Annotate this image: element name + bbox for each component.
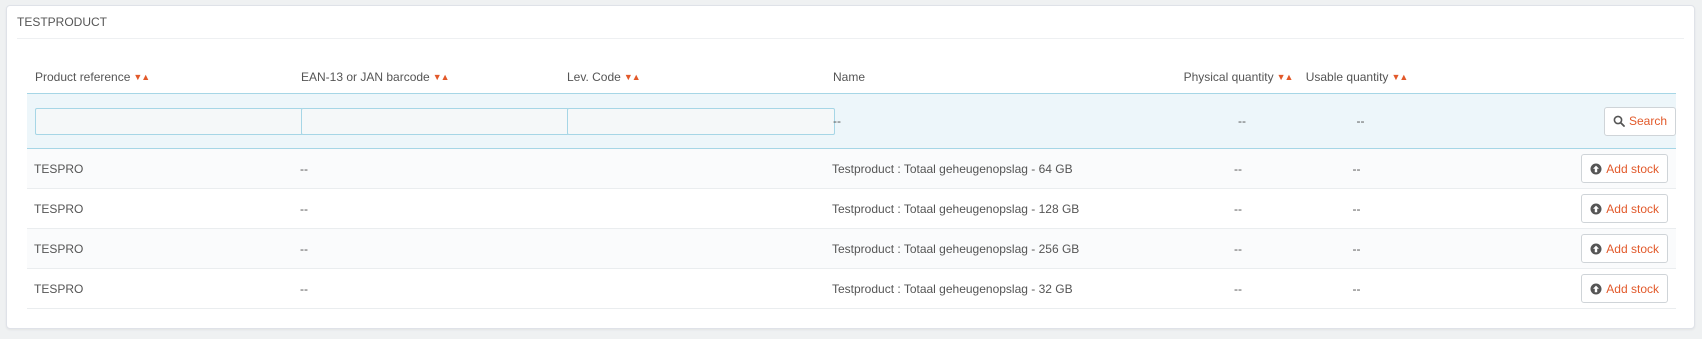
filter-reference-input[interactable]: [35, 107, 303, 135]
table-row: TESPRO -- Testproduct : Totaal geheugeno…: [27, 268, 1676, 309]
filter-cell-reference: [27, 93, 303, 149]
cell-physical-quantity: --: [1178, 228, 1298, 269]
cell-usable-quantity: --: [1298, 148, 1415, 189]
arrow-circle-up-icon: [1590, 163, 1602, 174]
table-row: TESPRO -- Testproduct : Totaal geheugeno…: [27, 148, 1676, 189]
filter-cell-barcode: [293, 93, 569, 149]
filter-action-cell: Search: [1415, 93, 1676, 149]
panel-title: TESTPRODUCT: [17, 6, 1684, 39]
cell-reference: TESPRO: [27, 148, 293, 189]
column-header-physical-quantity[interactable]: Physical quantity ▼▲: [1178, 61, 1298, 94]
column-header-reference[interactable]: Product reference ▼▲: [27, 61, 293, 94]
cell-reference: TESPRO: [27, 188, 293, 229]
cell-usable-quantity: --: [1298, 228, 1415, 269]
cell-usable-quantity: --: [1298, 268, 1415, 309]
filter-usable-placeholder: --: [1298, 93, 1415, 149]
cell-physical-quantity: --: [1178, 148, 1298, 189]
cell-usable-quantity: --: [1298, 188, 1415, 229]
filter-name-placeholder: --: [825, 93, 1178, 149]
column-label: Product reference: [35, 70, 131, 84]
sort-arrows-icon[interactable]: ▼▲: [133, 72, 150, 82]
arrow-circle-up-icon: [1590, 243, 1602, 254]
arrow-circle-up-icon: [1590, 283, 1602, 294]
stock-panel: TESTPRODUCT Product reference ▼▲ EAN-13 o…: [6, 5, 1695, 329]
cell-barcode: --: [293, 228, 559, 269]
cell-barcode: --: [293, 188, 559, 229]
column-label: Name: [833, 70, 866, 84]
cell-action: Add stock: [1415, 148, 1676, 189]
add-stock-button[interactable]: Add stock: [1581, 154, 1668, 183]
search-button[interactable]: Search: [1603, 106, 1676, 136]
filter-row: -- -- -- Search: [27, 93, 1676, 149]
cell-lev-code: [559, 148, 825, 189]
filter-lev-code-input[interactable]: [567, 107, 835, 135]
sort-arrows-icon[interactable]: ▼▲: [1277, 72, 1294, 82]
cell-lev-code: [559, 228, 825, 269]
cell-action: Add stock: [1415, 268, 1676, 309]
column-label: Usable quantity: [1305, 70, 1389, 84]
column-label: EAN-13 or JAN barcode: [301, 70, 430, 84]
cell-name: Testproduct : Totaal geheugenopslag - 32…: [825, 268, 1178, 309]
column-header-barcode[interactable]: EAN-13 or JAN barcode ▼▲: [293, 61, 559, 94]
column-label: Lev. Code: [567, 70, 621, 84]
add-stock-button[interactable]: Add stock: [1581, 234, 1668, 263]
cell-name: Testproduct : Totaal geheugenopslag - 25…: [825, 228, 1178, 269]
cell-barcode: --: [293, 268, 559, 309]
search-icon: [1613, 115, 1625, 127]
cell-action: Add stock: [1415, 188, 1676, 229]
table-header-row: Product reference ▼▲ EAN-13 or JAN barcod…: [27, 61, 1676, 94]
add-stock-label: Add stock: [1606, 281, 1659, 296]
filter-barcode-input[interactable]: [301, 107, 569, 135]
cell-name: Testproduct : Totaal geheugenopslag - 12…: [825, 188, 1178, 229]
search-button-label: Search: [1628, 114, 1667, 128]
cell-reference: TESPRO: [27, 268, 293, 309]
filter-physical-placeholder: --: [1178, 93, 1298, 149]
sort-arrows-icon[interactable]: ▼▲: [433, 72, 450, 82]
cell-action: Add stock: [1415, 228, 1676, 269]
cell-physical-quantity: --: [1178, 188, 1298, 229]
table-row: TESPRO -- Testproduct : Totaal geheugeno…: [27, 188, 1676, 229]
arrow-circle-up-icon: [1590, 203, 1602, 214]
table-row: TESPRO -- Testproduct : Totaal geheugeno…: [27, 228, 1676, 269]
cell-physical-quantity: --: [1178, 268, 1298, 309]
cell-reference: TESPRO: [27, 228, 293, 269]
add-stock-label: Add stock: [1606, 201, 1659, 216]
cell-barcode: --: [293, 148, 559, 189]
cell-lev-code: [559, 268, 825, 309]
column-label: Physical quantity: [1183, 70, 1274, 84]
add-stock-label: Add stock: [1606, 161, 1659, 176]
column-header-name: Name: [825, 61, 1178, 94]
column-header-usable-quantity[interactable]: Usable quantity ▼▲: [1298, 61, 1415, 94]
sort-arrows-icon[interactable]: ▼▲: [1391, 72, 1408, 82]
stock-table: Product reference ▼▲ EAN-13 or JAN barcod…: [27, 61, 1676, 309]
column-header-actions: [1415, 61, 1676, 94]
cell-name: Testproduct : Totaal geheugenopslag - 64…: [825, 148, 1178, 189]
column-header-lev-code[interactable]: Lev. Code ▼▲: [559, 61, 825, 94]
add-stock-button[interactable]: Add stock: [1581, 274, 1668, 303]
filter-cell-lev-code: [559, 93, 835, 149]
cell-lev-code: [559, 188, 825, 229]
add-stock-label: Add stock: [1606, 241, 1659, 256]
sort-arrows-icon[interactable]: ▼▲: [624, 72, 641, 82]
add-stock-button[interactable]: Add stock: [1581, 194, 1668, 223]
